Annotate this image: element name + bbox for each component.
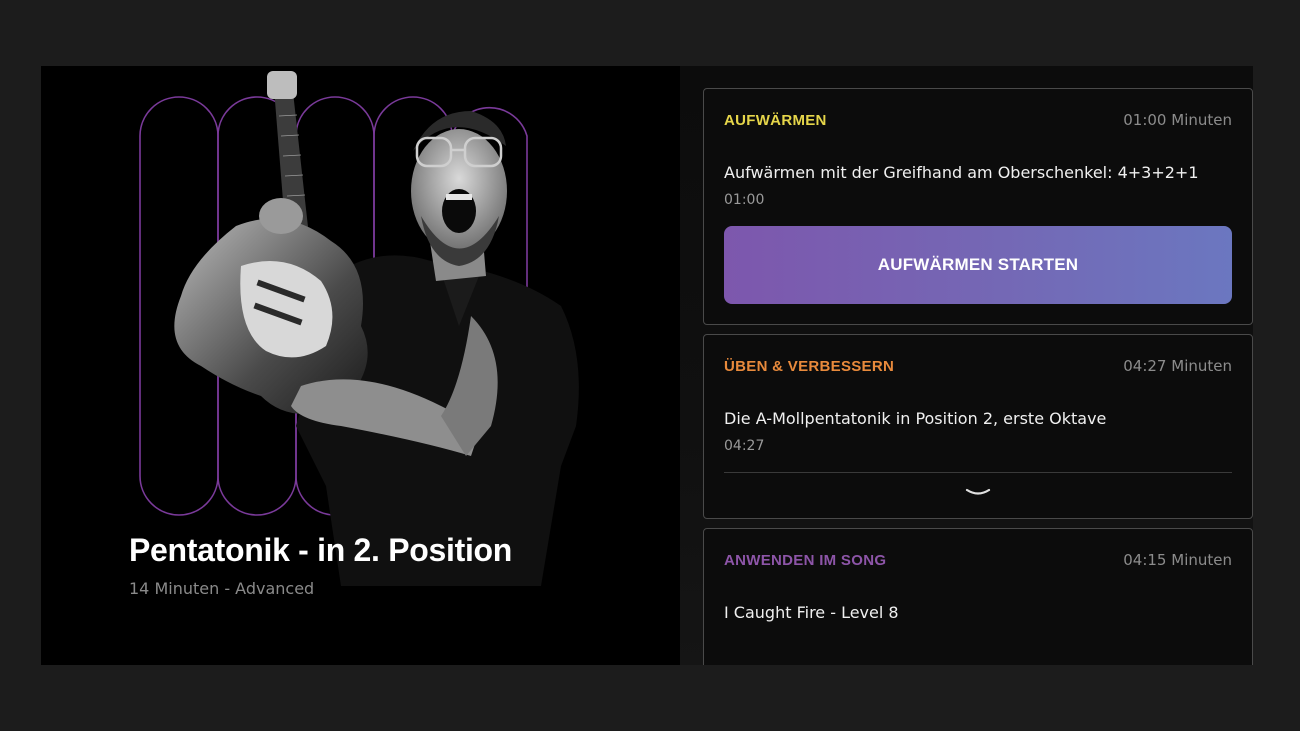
section-card-practice: ÜBEN & VERBESSERN 04:27 Minuten Die A-Mo… [703,334,1253,519]
start-warmup-button[interactable]: AUFWÄRMEN STARTEN [724,226,1232,304]
section-divider [724,472,1232,473]
lesson-hero: Pentatonik - in 2. Position 14 Minuten -… [41,66,680,665]
section-header: ÜBEN & VERBESSERN 04:27 Minuten [724,355,1232,377]
exercise-duration: 01:00 [724,192,765,208]
lesson-title: Pentatonik - in 2. Position [129,532,513,568]
section-duration: 04:27 Minuten [1123,357,1232,375]
section-card-song: ANWENDEN IM SONG 04:15 Minuten I Caught … [703,528,1253,665]
hero-artwork [139,71,579,586]
lesson-screen: Pentatonik - in 2. Position 14 Minuten -… [41,66,1253,665]
exercise-title[interactable]: Aufwärmen mit der Greifhand am Oberschen… [724,163,1199,182]
section-label: ÜBEN & VERBESSERN [724,357,895,375]
chevron-down-icon [965,488,991,495]
lesson-meta: 14 Minuten - Advanced [129,579,315,598]
section-header: ANWENDEN IM SONG 04:15 Minuten [724,549,1232,571]
section-header: AUFWÄRMEN 01:00 Minuten [724,109,1232,131]
section-duration: 01:00 Minuten [1123,111,1232,129]
lesson-sections-panel: AUFWÄRMEN 01:00 Minuten Aufwärmen mit de… [680,66,1253,665]
expand-section-button[interactable] [958,481,998,505]
section-label: ANWENDEN IM SONG [724,551,887,569]
exercise-title[interactable]: Die A-Mollpentatonik in Position 2, erst… [724,409,1106,428]
section-card-warmup: AUFWÄRMEN 01:00 Minuten Aufwärmen mit de… [703,88,1253,325]
section-label: AUFWÄRMEN [724,111,827,129]
exercise-title[interactable]: I Caught Fire - Level 8 [724,603,899,622]
exercise-duration: 04:27 [724,438,765,454]
section-duration: 04:15 Minuten [1123,551,1232,569]
